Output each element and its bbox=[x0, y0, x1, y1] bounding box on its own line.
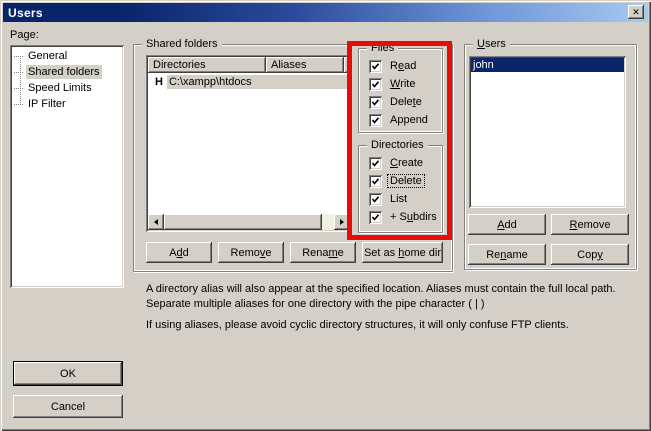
read-checkbox-row[interactable]: Read bbox=[369, 59, 419, 73]
add-user-button[interactable]: Add bbox=[468, 214, 546, 235]
tree-item-shared-folders[interactable]: Shared folders bbox=[10, 64, 124, 80]
checkbox-label: Read bbox=[387, 59, 419, 73]
checkbox-checked-icon[interactable] bbox=[369, 211, 382, 224]
files-permissions-group: Files ReadWriteDeleteAppend bbox=[358, 48, 443, 133]
rename-user-button[interactable]: Rename bbox=[468, 244, 546, 265]
checkbox-label: + Subdirs bbox=[387, 210, 440, 224]
checkbox-checked-icon[interactable] bbox=[369, 175, 382, 188]
checkbox-checked-icon[interactable] bbox=[369, 193, 382, 206]
tree-branch-line bbox=[14, 104, 23, 105]
window-title: Users bbox=[8, 6, 43, 20]
shared-folders-group-label: Shared folders bbox=[142, 38, 222, 50]
tree-item-label: General bbox=[26, 49, 69, 63]
column-header-blank bbox=[344, 57, 350, 73]
directory-path: C:\xampp\htdocs bbox=[167, 75, 350, 89]
tree-item-ip-filter[interactable]: IP Filter bbox=[10, 96, 124, 112]
checkbox-checked-icon[interactable] bbox=[369, 78, 382, 91]
users-list[interactable]: john bbox=[469, 56, 626, 208]
checkbox-label: Write bbox=[387, 77, 418, 91]
tree-item-label: Shared folders bbox=[26, 65, 102, 79]
remove-user-button[interactable]: Remove bbox=[551, 214, 629, 235]
column-header-aliases[interactable]: Aliases bbox=[266, 57, 344, 73]
checkbox-checked-icon[interactable] bbox=[369, 114, 382, 127]
write-checkbox-row[interactable]: Write bbox=[369, 77, 418, 91]
tree-item-general[interactable]: General bbox=[10, 48, 124, 64]
delete-checkbox-row[interactable]: Delete bbox=[369, 174, 425, 188]
checkbox-label: Append bbox=[387, 113, 431, 127]
page-tree[interactable]: General Shared folders Speed Limits IP Filt… bbox=[10, 45, 124, 288]
ok-button[interactable]: OK bbox=[13, 361, 123, 386]
shared-folder-row[interactable]: HC:\xampp\htdocs bbox=[148, 74, 350, 89]
alias-note-2: If using aliases, please avoid cyclic di… bbox=[146, 318, 638, 333]
users-buttons: AddRemoveRenameCopy bbox=[468, 214, 628, 265]
page-label: Page: bbox=[10, 29, 39, 41]
list-header: DirectoriesAliases bbox=[148, 57, 350, 73]
checkbox-checked-icon[interactable] bbox=[369, 157, 382, 170]
shared-folder-buttons: Add Remove Rename Set as home dir bbox=[146, 242, 443, 263]
checkbox-label: List bbox=[387, 192, 410, 206]
tree-branch-line bbox=[14, 88, 23, 89]
scrollbar-thumb[interactable] bbox=[164, 214, 322, 230]
checkbox-label: Delete bbox=[387, 95, 425, 109]
shared-folders-list[interactable]: DirectoriesAliases HC:\xampp\htdocs bbox=[146, 55, 352, 232]
scroll-right-button[interactable] bbox=[334, 214, 350, 230]
delete-checkbox-row[interactable]: Delete bbox=[369, 95, 425, 109]
files-group-label: Files bbox=[367, 42, 398, 54]
users-group-label: Users bbox=[473, 38, 510, 50]
scrollbar-track[interactable] bbox=[322, 214, 334, 230]
checkbox-label: Delete bbox=[387, 174, 425, 188]
tree-item-label: IP Filter bbox=[26, 97, 68, 111]
scroll-left-button[interactable] bbox=[148, 214, 164, 230]
checkbox-checked-icon[interactable] bbox=[369, 96, 382, 109]
column-header-directories[interactable]: Directories bbox=[148, 57, 266, 73]
set-as-home-dir-folder-button[interactable]: Set as home dir bbox=[362, 242, 443, 263]
rename-folder-button[interactable]: Rename bbox=[290, 242, 356, 263]
checkbox-checked-icon[interactable] bbox=[369, 60, 382, 73]
list-checkbox-row[interactable]: List bbox=[369, 192, 410, 206]
directories-permissions-group: Directories CreateDeleteList+ Subdirs bbox=[358, 145, 443, 233]
subdirs-checkbox-row[interactable]: + Subdirs bbox=[369, 210, 440, 224]
tree-branch-line bbox=[14, 72, 23, 73]
right-arrow-icon bbox=[340, 219, 344, 225]
tree-item-speed-limits[interactable]: Speed Limits bbox=[10, 80, 124, 96]
users-dialog: Users ✕ Page: General Shared folders Speed… bbox=[0, 0, 651, 431]
alias-notes: A directory alias will also appear at th… bbox=[146, 282, 638, 339]
user-item-john[interactable]: john bbox=[471, 58, 624, 72]
alias-note-1: A directory alias will also appear at th… bbox=[146, 282, 638, 312]
left-arrow-icon bbox=[154, 219, 158, 225]
directories-group-label: Directories bbox=[367, 139, 428, 151]
cancel-button[interactable]: Cancel bbox=[13, 395, 123, 418]
copy-user-button[interactable]: Copy bbox=[551, 244, 629, 265]
checkbox-label: Create bbox=[387, 156, 426, 170]
close-icon: ✕ bbox=[632, 8, 640, 17]
append-checkbox-row[interactable]: Append bbox=[369, 113, 431, 127]
create-checkbox-row[interactable]: Create bbox=[369, 156, 426, 170]
titlebar[interactable]: Users ✕ bbox=[3, 3, 648, 22]
horizontal-scrollbar[interactable] bbox=[148, 214, 350, 230]
remove-folder-button[interactable]: Remove bbox=[218, 242, 284, 263]
add-folder-button[interactable]: Add bbox=[146, 242, 212, 263]
tree-item-label: Speed Limits bbox=[26, 81, 94, 95]
close-button[interactable]: ✕ bbox=[628, 5, 644, 19]
home-directory-marker: H bbox=[148, 76, 167, 88]
list-body[interactable]: HC:\xampp\htdocs bbox=[148, 73, 350, 214]
tree-branch-line bbox=[14, 56, 23, 57]
